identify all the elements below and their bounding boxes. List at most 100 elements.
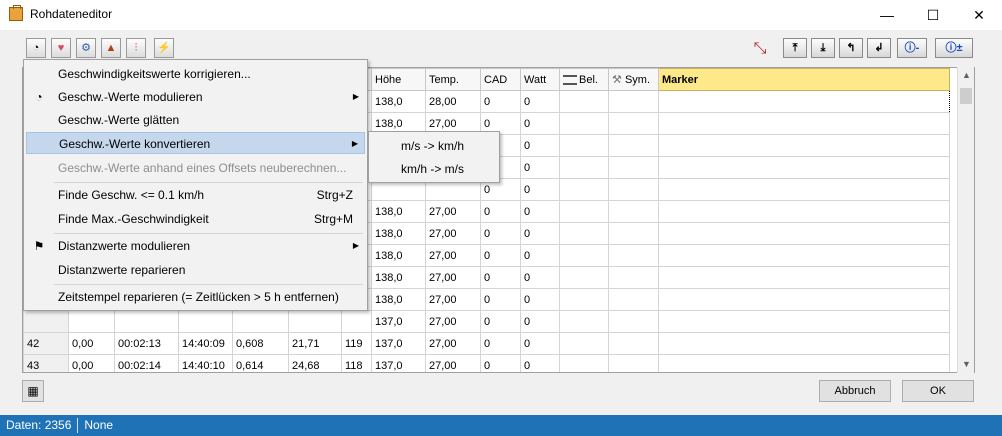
table-row[interactable]: 43 0,00 00:02:14 14:40:10 0,614 24,68 118 137,0… — [23, 354, 950, 372]
table-cell[interactable] — [178, 310, 233, 333]
marker-cell[interactable] — [658, 266, 950, 289]
table-cell[interactable]: 0 — [520, 354, 560, 372]
maximize-button[interactable]: ☐ — [910, 0, 956, 30]
table-cell[interactable]: 119 — [341, 332, 372, 355]
menu-item-smooth-speed[interactable]: Geschw.-Werte glätten — [26, 109, 365, 131]
col-header-sym[interactable]: ⚒ Sym. — [608, 68, 659, 91]
table-cell[interactable] — [559, 178, 609, 201]
menu-item-find-max-speed[interactable]: Finde Max.-Geschwindigkeit Strg+M — [26, 208, 365, 230]
info-minus-button[interactable]: ⓘ- — [897, 38, 927, 58]
table-cell[interactable] — [608, 310, 659, 333]
marker-cell[interactable] — [658, 200, 950, 223]
table-cell[interactable] — [114, 310, 179, 333]
menu-item-correct-speed[interactable]: Geschwindigkeitswerte korrigieren... — [26, 63, 365, 85]
align-top-button[interactable]: ⤒ — [783, 38, 807, 58]
marker-cell[interactable] — [658, 288, 950, 311]
table-cell[interactable] — [559, 310, 609, 333]
table-cell[interactable]: 00:02:13 — [114, 332, 179, 355]
table-cell[interactable]: 0 — [480, 332, 521, 355]
menu-item-repair-distance[interactable]: Distanzwerte reparieren — [26, 259, 365, 281]
table-cell[interactable]: 14:40:09 — [178, 332, 233, 355]
marker-cell[interactable] — [658, 310, 950, 333]
menu-item-convert-speed[interactable]: Geschw.-Werte konvertieren ▶ — [26, 132, 365, 154]
table-cell[interactable] — [559, 266, 609, 289]
table-cell[interactable] — [608, 332, 659, 355]
col-header-marker[interactable]: Marker — [658, 68, 950, 91]
table-cell[interactable] — [559, 354, 609, 372]
table-cell[interactable]: 42 — [23, 332, 69, 355]
table-cell[interactable]: 138,0 — [371, 288, 426, 311]
table-cell[interactable]: 0,00 — [68, 332, 115, 355]
table-cell[interactable]: 0,608 — [232, 332, 289, 355]
table-cell[interactable] — [608, 288, 659, 311]
ok-button[interactable]: OK — [902, 380, 974, 402]
table-cell[interactable] — [608, 90, 659, 113]
table-cell[interactable]: 27,00 — [425, 266, 481, 289]
menu-item-modulate-speed[interactable]: ◔ Geschw.-Werte modulieren ▶ — [26, 86, 365, 108]
table-cell[interactable]: 0 — [520, 90, 560, 113]
table-cell[interactable]: 137,0 — [371, 354, 426, 372]
close-button[interactable]: ✕ — [956, 0, 1002, 30]
marker-cell[interactable] — [658, 178, 950, 201]
table-cell[interactable]: 0 — [480, 288, 521, 311]
table-cell[interactable] — [559, 222, 609, 245]
table-cell[interactable]: 14:40:10 — [178, 354, 233, 372]
table-cell[interactable] — [559, 244, 609, 267]
heart-rate-tool-button[interactable]: ♥ — [51, 38, 71, 58]
table-cell[interactable]: 0 — [480, 90, 521, 113]
table-cell[interactable]: 0,00 — [68, 354, 115, 372]
col-header-cad[interactable]: CAD — [480, 68, 521, 91]
scroll-down-icon[interactable]: ▼ — [958, 356, 975, 373]
table-cell[interactable]: 27,00 — [425, 332, 481, 355]
table-cell[interactable] — [559, 332, 609, 355]
table-cell[interactable]: 137,0 — [371, 310, 426, 333]
table-cell[interactable]: 138,0 — [371, 222, 426, 245]
table-cell[interactable]: 0 — [520, 244, 560, 267]
table-cell[interactable]: 137,0 — [371, 332, 426, 355]
table-cell[interactable]: 0,614 — [232, 354, 289, 372]
marker-cell[interactable] — [658, 90, 950, 113]
table-cell[interactable] — [68, 310, 115, 333]
table-cell[interactable] — [341, 310, 372, 333]
vertical-scrollbar[interactable]: ▲ ▼ — [957, 67, 974, 373]
col-header-hoehe[interactable]: Höhe — [371, 68, 426, 91]
table-cell[interactable]: 0 — [520, 156, 560, 179]
table-row[interactable]: 42 0,00 00:02:13 14:40:09 0,608 21,71 119 137,0… — [23, 332, 950, 355]
table-cell[interactable] — [559, 288, 609, 311]
marker-cell[interactable] — [658, 134, 950, 157]
table-cell[interactable]: 0 — [480, 244, 521, 267]
table-cell[interactable] — [608, 156, 659, 179]
table-cell[interactable] — [559, 90, 609, 113]
table-cell[interactable]: 138,0 — [371, 200, 426, 223]
table-cell[interactable] — [608, 222, 659, 245]
table-cell[interactable] — [658, 354, 950, 372]
table-cell[interactable] — [608, 354, 659, 372]
marker-cell[interactable] — [658, 112, 950, 135]
table-cell[interactable]: 0 — [520, 178, 560, 201]
table-cell[interactable]: 27,00 — [425, 288, 481, 311]
table-cell[interactable]: 138,0 — [371, 90, 426, 113]
table-cell[interactable] — [608, 244, 659, 267]
table-cell[interactable]: 00:02:14 — [114, 354, 179, 372]
table-cell[interactable] — [288, 310, 342, 333]
table-cell[interactable]: 138,0 — [371, 266, 426, 289]
table-cell[interactable] — [559, 134, 609, 157]
col-header-watt[interactable]: Watt — [520, 68, 560, 91]
table-cell[interactable]: 0 — [480, 310, 521, 333]
table-cell[interactable]: 0 — [480, 266, 521, 289]
table-cell[interactable]: 28,00 — [425, 90, 481, 113]
align-bottom-button[interactable]: ⤓ — [811, 38, 835, 58]
table-cell[interactable]: 118 — [341, 354, 372, 372]
table-cell[interactable] — [608, 134, 659, 157]
device-button[interactable]: ▦ — [22, 380, 44, 402]
menu-item-repair-timestamps[interactable]: Zeitstempel reparieren (= Zeitlücken > 5… — [26, 286, 365, 308]
table-cell[interactable] — [608, 178, 659, 201]
table-cell[interactable] — [23, 310, 69, 333]
table-cell[interactable]: 0 — [480, 222, 521, 245]
table-cell[interactable]: 0 — [520, 222, 560, 245]
table-cell[interactable] — [559, 156, 609, 179]
table-cell[interactable]: 27,00 — [425, 354, 481, 372]
col-header-temp[interactable]: Temp. — [425, 68, 481, 91]
speed-tool-button[interactable]: ◔ — [26, 38, 46, 58]
table-cell[interactable]: 0 — [520, 288, 560, 311]
